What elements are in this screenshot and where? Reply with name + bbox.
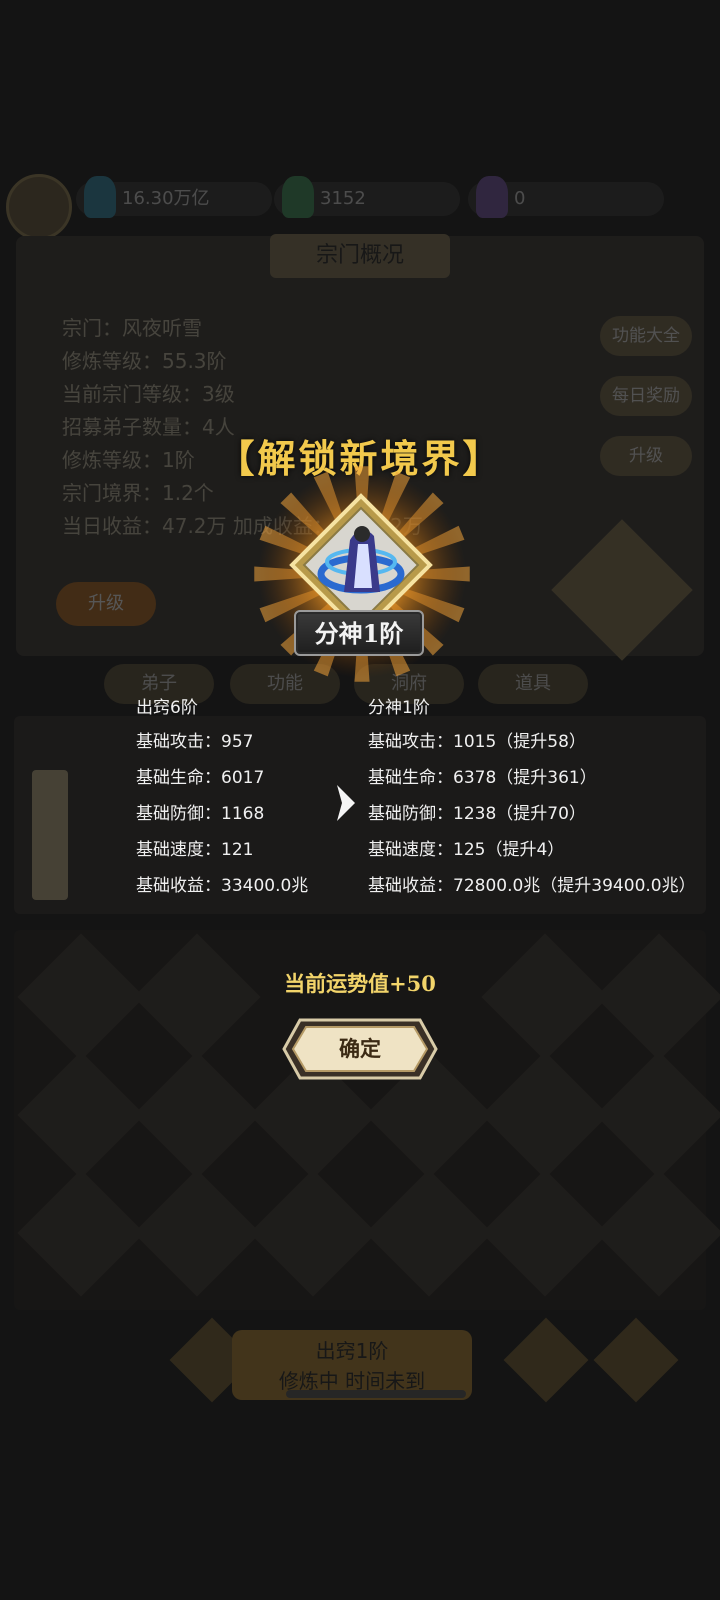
- upgrade-button[interactable]: 升级: [56, 582, 156, 626]
- old-realm-stats: 出窍6阶 基础攻击：957 基础生命：6017 基础防御：1168 基础速度：1…: [136, 692, 308, 904]
- spirit-stone-value: 16.30万亿: [122, 188, 210, 209]
- jade-value: 3152: [320, 188, 366, 209]
- stat-income: 基础收益：33400.0兆: [136, 876, 309, 896]
- grid-tile[interactable]: [249, 1169, 377, 1297]
- grid-tile[interactable]: [481, 1169, 609, 1297]
- cultivate-progress: [286, 1390, 466, 1398]
- old-realm-name: 出窍6阶: [136, 698, 198, 718]
- crystal-value: 0: [514, 188, 526, 209]
- grid-tile[interactable]: [17, 1169, 145, 1297]
- stat-speed: 基础速度：121: [136, 840, 254, 860]
- info-line: 修炼等级：55.3阶: [62, 349, 227, 373]
- crystal-icon: [476, 176, 508, 218]
- cultivate-button-line: 出窍1阶: [315, 1339, 389, 1363]
- jade-icon: [282, 176, 314, 218]
- avatar[interactable]: [6, 174, 72, 240]
- vertical-label: [32, 770, 68, 900]
- more-button[interactable]: [593, 1317, 679, 1403]
- stat-defense: 基础防御：1238（提升70）: [368, 804, 586, 824]
- jade-resource: 3152: [274, 176, 460, 218]
- realm-name-plate: 分神1阶: [294, 610, 424, 656]
- panel-title: 宗门概况: [270, 234, 450, 278]
- stat-defense: 基础防御：1168: [136, 804, 265, 824]
- grid-tile[interactable]: [365, 1169, 493, 1297]
- resource-bar: 16.30万亿 3152 0: [0, 172, 720, 240]
- grid-tile[interactable]: [17, 1051, 145, 1179]
- crystal-resource: 0: [468, 176, 664, 218]
- info-line: 宗门：风夜听雪: [62, 316, 202, 340]
- spirit-stone-resource: 16.30万亿: [76, 176, 272, 218]
- grid-tile[interactable]: [595, 1051, 720, 1179]
- shop-button[interactable]: [503, 1317, 589, 1403]
- grid-tile[interactable]: [133, 1169, 261, 1297]
- confirm-button[interactable]: 确定: [282, 1018, 438, 1080]
- stat-attack: 基础攻击：1015（提升58）: [368, 732, 586, 752]
- stat-health: 基础生命：6017: [136, 768, 265, 788]
- stat-income: 基础收益：72800.0兆（提升39400.0兆）: [368, 876, 696, 896]
- stat-health: 基础生命：6378（提升361）: [368, 768, 597, 788]
- grid-tile[interactable]: [595, 1169, 720, 1297]
- spirit-stone-icon: [84, 176, 116, 218]
- new-realm-stats: 分神1阶 基础攻击：1015（提升58） 基础生命：6378（提升361） 基础…: [368, 692, 696, 904]
- daily-reward-button[interactable]: 每日奖励: [600, 376, 692, 416]
- stat-attack: 基础攻击：957: [136, 732, 254, 752]
- grid-tile[interactable]: [481, 1051, 609, 1179]
- grid-tile[interactable]: [133, 1051, 261, 1179]
- stat-speed: 基础速度：125（提升4）: [368, 840, 565, 860]
- chevron-right-icon: [337, 785, 355, 821]
- new-realm-name: 分神1阶: [368, 698, 430, 718]
- info-line: 当前宗门等级：3级: [62, 382, 235, 406]
- features-button[interactable]: 功能大全: [600, 316, 692, 356]
- luck-value-text: 当前运势值+50: [284, 971, 436, 996]
